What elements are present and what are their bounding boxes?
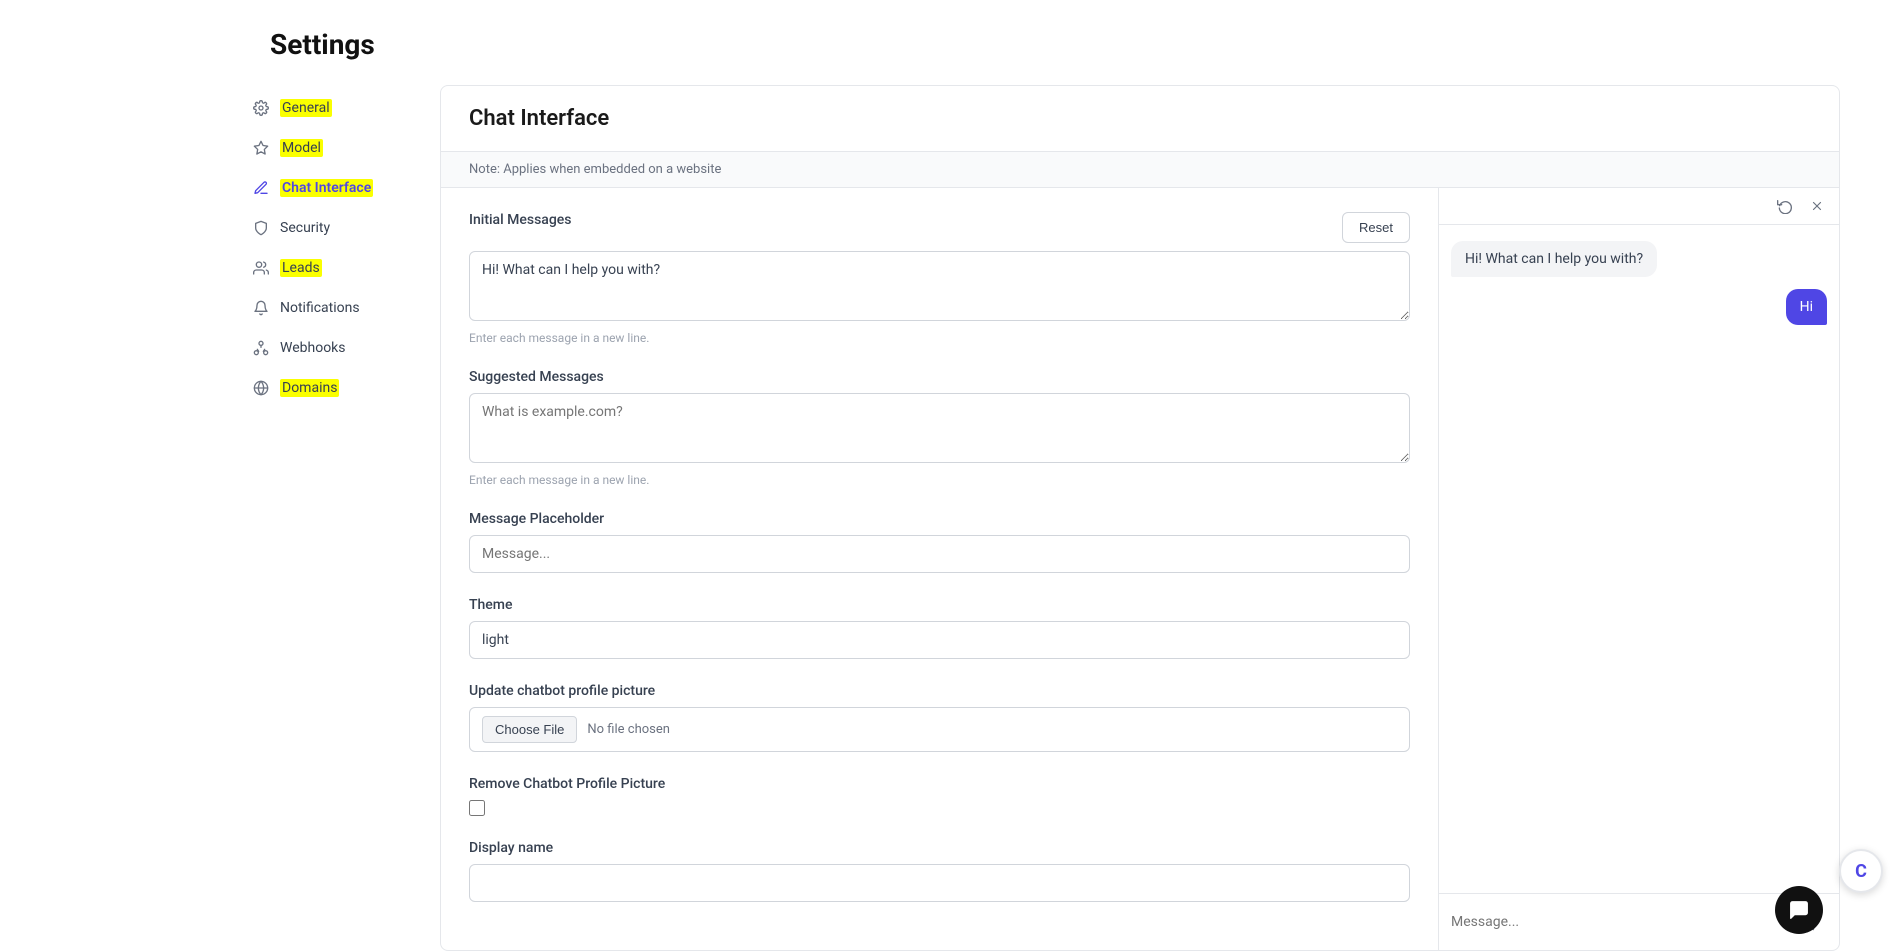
main-content-panel: Chat Interface Note: Applies when embedd…: [440, 85, 1840, 951]
sidebar-item-label: Notifications: [280, 300, 360, 316]
remove-profile-picture-label: Remove Chatbot Profile Picture: [469, 776, 1410, 792]
suggested-messages-input[interactable]: [469, 393, 1410, 463]
reset-button[interactable]: Reset: [1342, 212, 1410, 243]
sidebar-item-notifications[interactable]: Notifications: [240, 289, 440, 327]
sidebar-item-leads[interactable]: Leads: [240, 249, 440, 287]
sidebar-item-security[interactable]: Security: [240, 209, 440, 247]
choose-file-button[interactable]: Choose File: [482, 716, 577, 743]
sidebar-item-webhooks[interactable]: Webhooks: [240, 329, 440, 367]
display-name-group: Display name: [469, 840, 1410, 902]
file-input-wrapper: Choose File No file chosen: [469, 707, 1410, 752]
display-name-label: Display name: [469, 840, 1410, 856]
remove-profile-picture-checkbox[interactable]: [469, 800, 485, 816]
model-icon: [252, 139, 270, 157]
c-logo: C: [1839, 849, 1883, 893]
initial-messages-row: Initial Messages Reset: [469, 212, 1410, 243]
message-placeholder-input[interactable]: [469, 535, 1410, 573]
sidebar-item-domains[interactable]: Domains: [240, 369, 440, 407]
profile-picture-label: Update chatbot profile picture: [469, 683, 1410, 699]
chat-preview-panel: Hi! What can I help you with? Hi: [1439, 188, 1839, 950]
sidebar: General Model Chat Interface: [240, 85, 440, 951]
message-placeholder-label: Message Placeholder: [469, 511, 1410, 527]
initial-messages-input[interactable]: Hi! What can I help you with?: [469, 251, 1410, 321]
user-message-bubble: Hi: [1786, 289, 1827, 325]
bot-message-bubble: Hi! What can I help you with?: [1451, 241, 1657, 277]
note-bar: Note: Applies when embedded on a website: [441, 152, 1839, 188]
initial-messages-group: Initial Messages Reset Hi! What can I he…: [469, 212, 1410, 345]
theme-label: Theme: [469, 597, 1410, 613]
profile-picture-group: Update chatbot profile picture Choose Fi…: [469, 683, 1410, 752]
shield-icon: [252, 219, 270, 237]
gear-icon: [252, 99, 270, 117]
globe-icon: [252, 379, 270, 397]
sidebar-item-model[interactable]: Model: [240, 129, 440, 167]
sidebar-item-label: General: [280, 100, 332, 116]
file-name-text: No file chosen: [587, 722, 670, 737]
initial-messages-hint: Enter each message in a new line.: [469, 331, 1410, 345]
remove-profile-picture-group: Remove Chatbot Profile Picture: [469, 776, 1410, 816]
chat-message-input[interactable]: [1451, 914, 1787, 930]
webhook-icon: [252, 339, 270, 357]
suggested-messages-group: Suggested Messages Enter each message in…: [469, 369, 1410, 487]
chat-preview-header: [1439, 188, 1839, 225]
refresh-icon[interactable]: [1775, 196, 1795, 216]
theme-group: Theme light: [469, 597, 1410, 659]
chat-interface-icon: [252, 179, 270, 197]
suggested-messages-label: Suggested Messages: [469, 369, 1410, 385]
content-area: Initial Messages Reset Hi! What can I he…: [441, 188, 1839, 950]
initial-messages-label: Initial Messages: [469, 212, 572, 228]
sidebar-item-label: Chat Interface: [280, 180, 373, 196]
page-title: Settings: [0, 0, 1903, 85]
sidebar-item-label: Domains: [280, 380, 339, 396]
theme-input[interactable]: light: [469, 621, 1410, 659]
sidebar-item-label: Security: [280, 220, 330, 236]
sidebar-item-label: Model: [280, 140, 323, 156]
remove-profile-picture-checkbox-wrapper: [469, 800, 1410, 816]
display-name-input[interactable]: [469, 864, 1410, 902]
sidebar-item-chat-interface[interactable]: Chat Interface: [240, 169, 440, 207]
sidebar-item-label: Leads: [280, 260, 322, 276]
message-placeholder-group: Message Placeholder: [469, 511, 1410, 573]
section-title: Chat Interface: [441, 86, 1839, 152]
form-panel: Initial Messages Reset Hi! What can I he…: [441, 188, 1439, 950]
users-icon: [252, 259, 270, 277]
chat-messages: Hi! What can I help you with? Hi: [1439, 225, 1839, 893]
bell-icon: [252, 299, 270, 317]
close-icon[interactable]: [1807, 196, 1827, 216]
sidebar-item-label: Webhooks: [280, 340, 346, 356]
chat-widget-button[interactable]: [1775, 886, 1823, 934]
sidebar-item-general[interactable]: General: [240, 89, 440, 127]
suggested-messages-hint: Enter each message in a new line.: [469, 473, 1410, 487]
